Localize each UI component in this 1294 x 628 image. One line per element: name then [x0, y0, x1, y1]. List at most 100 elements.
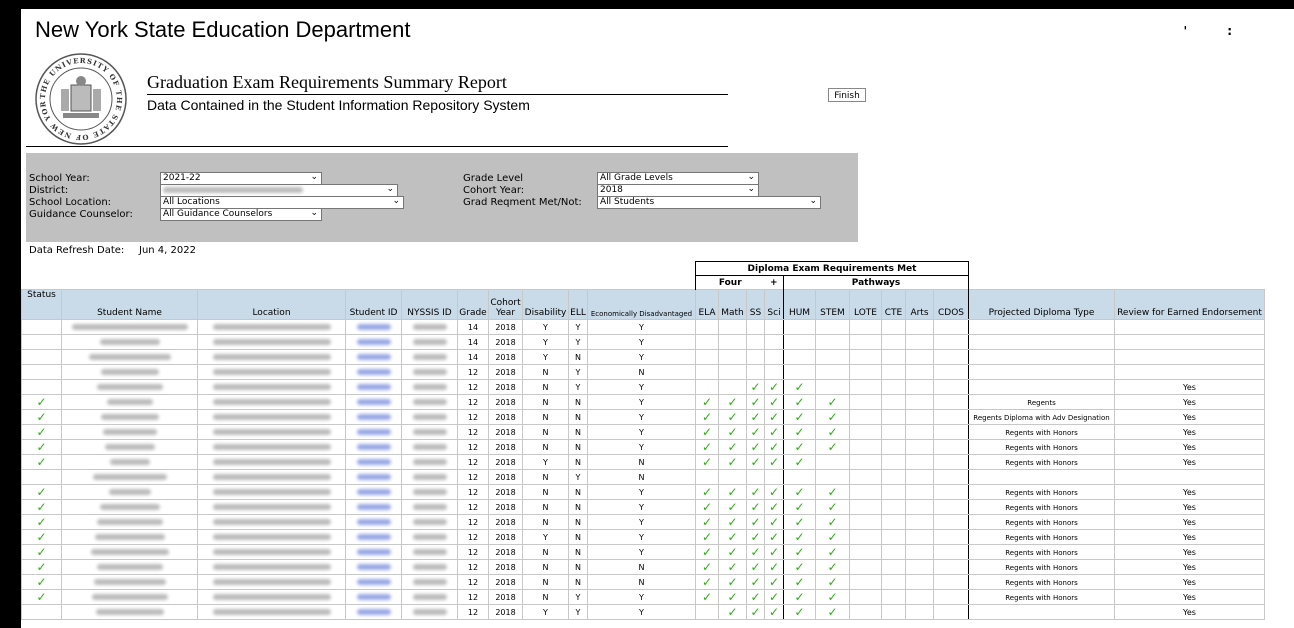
cell-econ: Y — [587, 394, 696, 410]
table-row[interactable]: ✓ 12 2018 N N Y ✓ ✓ ✓ ✓ ✓ ✓ Regents Yes — [21, 394, 1265, 410]
check-icon: ✓ — [768, 560, 780, 574]
redacted-student-id — [356, 519, 391, 525]
cell-cdos — [933, 499, 969, 515]
table-row[interactable]: ✓ 12 2018 N N Y ✓ ✓ ✓ ✓ ✓ ✓ Regents with Honors Yes — [21, 544, 1265, 560]
cell-value: N — [575, 457, 581, 467]
cell-nyssis-id — [401, 409, 458, 425]
cell-ela — [695, 334, 719, 350]
table-row[interactable]: ✓ 12 2018 Y N Y ✓ ✓ ✓ ✓ ✓ ✓ Regents with Honors Yes — [21, 529, 1265, 545]
table-row[interactable]: 12 2018 Y Y Y ✓ ✓ ✓ ✓ ✓ Yes — [21, 604, 1265, 620]
cell-disability: N — [522, 409, 569, 425]
cell-sci: ✓ — [764, 559, 784, 575]
check-icon: ✓ — [794, 575, 805, 589]
table-row[interactable]: ✓ 12 2018 Y N N ✓ ✓ ✓ ✓ ✓ Regents with Honors Yes — [21, 454, 1265, 470]
redacted-student-name — [91, 594, 168, 600]
cell-cohort-year: 2018 — [488, 529, 523, 545]
cell-ela: ✓ — [695, 409, 719, 425]
guidance-counselor-select[interactable]: All Guidance Counselors ⌄ — [160, 208, 322, 221]
redacted-student-name — [96, 564, 163, 570]
check-icon: ✓ — [827, 515, 838, 529]
table-row[interactable]: 14 2018 Y Y Y — [21, 319, 1265, 335]
cell-econ: Y — [587, 349, 696, 365]
cell-econ: Y — [587, 439, 696, 455]
cell-econ: Y — [587, 544, 696, 560]
table-row[interactable]: 12 2018 N Y N — [21, 364, 1265, 380]
cell-econ: N — [587, 454, 696, 470]
cell-value: Yes — [1183, 412, 1196, 422]
cell-value: Y — [543, 322, 548, 332]
cell-value: N — [542, 592, 549, 602]
cell-grade: 14 — [457, 319, 489, 335]
table-row[interactable]: ✓ 12 2018 N N Y ✓ ✓ ✓ ✓ ✓ ✓ Regents with Honors Yes — [21, 424, 1265, 440]
redacted-location — [212, 354, 331, 360]
cell-cohort-year: 2018 — [488, 439, 523, 455]
cell-student-name — [61, 589, 198, 605]
redacted-student-name — [106, 399, 153, 405]
cell-value: N — [575, 427, 581, 437]
cell-ela — [695, 349, 719, 365]
cell-value: 2018 — [495, 397, 516, 407]
table-row[interactable]: 14 2018 Y Y Y — [21, 334, 1265, 350]
cell-value: 2018 — [495, 442, 516, 452]
check-icon: ✓ — [750, 575, 761, 589]
table-row[interactable]: 12 2018 N Y Y ✓ ✓ ✓ Yes — [21, 379, 1265, 395]
table-row[interactable]: 12 2018 N Y N — [21, 469, 1265, 485]
cell-value: 12 — [467, 517, 479, 527]
cell-value: Regents with Honors — [1005, 563, 1078, 572]
finish-button[interactable]: Finish — [828, 88, 866, 102]
cell-nyssis-id — [401, 499, 458, 515]
table-row[interactable]: ✓ 12 2018 N N Y ✓ ✓ ✓ ✓ ✓ ✓ Regents with Honors Yes — [21, 484, 1265, 500]
cell-value: Yes — [1183, 442, 1196, 452]
table-row[interactable]: ✓ 12 2018 N N Y ✓ ✓ ✓ ✓ ✓ ✓ Regents with Honors Yes — [21, 514, 1265, 530]
check-icon: ✓ — [36, 575, 47, 589]
table-row[interactable]: ✓ 12 2018 N N Y ✓ ✓ ✓ ✓ ✓ ✓ Regents with Honors Yes — [21, 439, 1265, 455]
redacted-student-name — [99, 339, 160, 345]
cell-review: Yes — [1114, 559, 1265, 575]
cell-ell: Y — [568, 364, 588, 380]
redacted-student-name — [88, 354, 171, 360]
redacted-student-id — [356, 444, 391, 450]
school-year-label: School Year: — [29, 173, 90, 184]
cell-location — [197, 364, 346, 380]
cell-value: Y — [575, 592, 581, 602]
cell-value: 12 — [467, 457, 479, 467]
cell-diploma: Regents with Honors — [968, 529, 1115, 545]
cell-ela: ✓ — [695, 574, 719, 590]
cell-sci — [764, 364, 784, 380]
district-label: District: — [29, 185, 69, 196]
check-icon: ✓ — [827, 410, 838, 424]
grade-level-label: Grade Level — [463, 173, 524, 184]
cell-hum — [783, 334, 816, 350]
table-row[interactable]: ✓ 12 2018 N N Y ✓ ✓ ✓ ✓ ✓ ✓ Regents with Honors Yes — [21, 499, 1265, 515]
column-header-location: Location — [197, 289, 346, 320]
grad-req-select[interactable]: All Students ⌄ — [597, 196, 821, 209]
table-row[interactable]: ✓ 12 2018 N Y Y ✓ ✓ ✓ ✓ ✓ ✓ Regents with Honors Yes — [21, 589, 1265, 605]
check-icon: ✓ — [750, 380, 761, 394]
table-row[interactable]: ✓ 12 2018 N N N ✓ ✓ ✓ ✓ ✓ ✓ Regents with Honors Yes — [21, 559, 1265, 575]
column-header-status: Status — [21, 289, 62, 320]
check-icon: ✓ — [827, 485, 838, 499]
redacted-location — [212, 579, 331, 585]
check-icon: ✓ — [768, 410, 780, 424]
cell-nyssis-id — [401, 559, 458, 575]
cell-lote — [849, 349, 882, 365]
table-row[interactable]: 14 2018 Y N Y — [21, 349, 1265, 365]
cell-cte — [881, 529, 906, 545]
cell-stem: ✓ — [815, 529, 850, 545]
table-row[interactable]: ✓ 12 2018 N N N ✓ ✓ ✓ ✓ ✓ ✓ Regents with Honors Yes — [21, 574, 1265, 590]
check-icon: ✓ — [794, 605, 805, 619]
cell-disability: N — [522, 424, 569, 440]
cell-econ: Y — [587, 529, 696, 545]
cell-sci: ✓ — [764, 544, 784, 560]
cell-econ: Y — [587, 319, 696, 335]
cell-hum: ✓ — [783, 454, 816, 470]
redacted-student-id — [356, 504, 391, 510]
cell-value: Y — [639, 352, 644, 362]
cell-value: N — [542, 502, 549, 512]
cell-ss: ✓ — [746, 424, 765, 440]
table-row[interactable]: ✓ 12 2018 N N Y ✓ ✓ ✓ ✓ ✓ ✓ Regents Diploma with Adv… — [21, 409, 1265, 425]
cell-cohort-year: 2018 — [488, 559, 523, 575]
cell-value: N — [575, 412, 581, 422]
cell-review — [1114, 469, 1265, 485]
redacted-student-name — [108, 489, 151, 495]
